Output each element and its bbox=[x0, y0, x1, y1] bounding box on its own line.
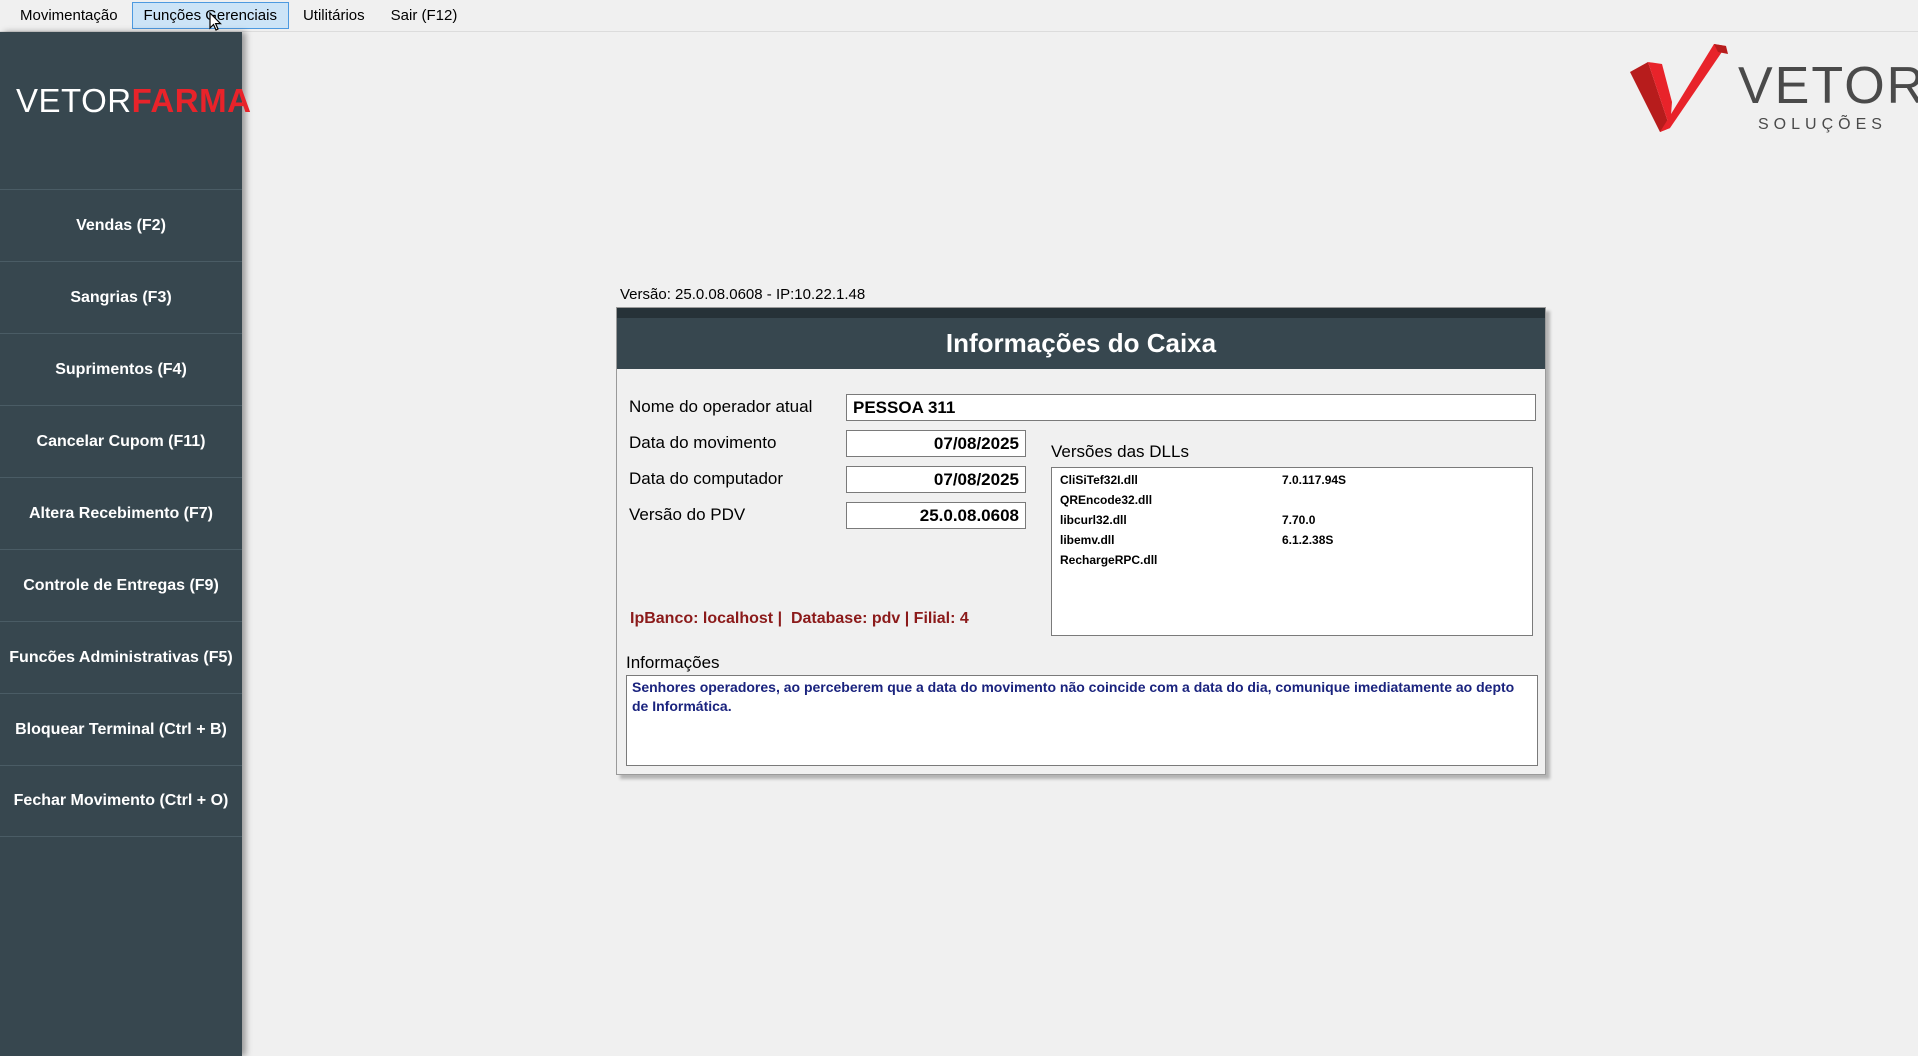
movement-date-field: 07/08/2025 bbox=[846, 430, 1026, 457]
sidebar-item-fechar-movimento[interactable]: Fechar Movimento (Ctrl + O) bbox=[0, 765, 242, 837]
sidebar-item-suprimentos[interactable]: Suprimentos (F4) bbox=[0, 333, 242, 405]
movement-date-label: Data do movimento bbox=[629, 433, 777, 452]
vetorfarma-logo: VETORFARMA bbox=[16, 82, 252, 119]
operator-field: PESSOA 311 bbox=[846, 394, 1536, 421]
info-message-box[interactable]: Senhores operadores, ao perceberem que a… bbox=[626, 675, 1538, 766]
computer-date-label: Data do computador bbox=[629, 469, 784, 488]
connection-info: IpBanco: localhost | Database: pdv | Fil… bbox=[630, 610, 969, 627]
info-label: Informações bbox=[626, 653, 720, 672]
sidebar-item-vendas[interactable]: Vendas (F2) bbox=[0, 189, 242, 261]
sidebar-item-bloquear-terminal[interactable]: Bloquear Terminal (Ctrl + B) bbox=[0, 693, 242, 765]
sidebar-item-altera-recebimento[interactable]: Altera Recebimento (F7) bbox=[0, 477, 242, 549]
computer-date-field: 07/08/2025 bbox=[846, 466, 1026, 493]
list-item: libemv.dll 6.1.2.38S bbox=[1060, 533, 1334, 547]
menu-utilitarios[interactable]: Utilitários bbox=[291, 2, 377, 29]
pdv-version-label: Versão do PDV bbox=[629, 505, 746, 524]
list-item: CliSiTef32I.dll 7.0.117.94S bbox=[1060, 473, 1347, 487]
sidebar-nav: Vendas (F2) Sangrias (F3) Suprimentos (F… bbox=[0, 189, 242, 837]
version-ip-label: Versão: 25.0.08.0608 - IP:10.22.1.48 bbox=[620, 286, 866, 303]
sidebar: VETORFARMA Vendas (F2) Sangrias (F3) Sup… bbox=[0, 32, 251, 1056]
dll-versions-list: CliSiTef32I.dll 7.0.117.94S QREncode32.d… bbox=[1051, 467, 1533, 636]
pdv-version-field: 25.0.08.0608 bbox=[846, 502, 1026, 529]
sidebar-item-sangrias[interactable]: Sangrias (F3) bbox=[0, 261, 242, 333]
sidebar-item-controle-entregas[interactable]: Controle de Entregas (F9) bbox=[0, 549, 242, 621]
dll-versions-label: Versões das DLLs bbox=[1051, 442, 1189, 461]
menu-movimentacao[interactable]: Movimentação bbox=[8, 2, 130, 29]
sidebar-item-funcoes-administrativas[interactable]: Funcões Administrativas (F5) bbox=[0, 621, 242, 693]
sidebar-item-cancelar-cupom[interactable]: Cancelar Cupom (F11) bbox=[0, 405, 242, 477]
list-item: QREncode32.dll bbox=[1060, 493, 1153, 507]
menu-sair[interactable]: Sair (F12) bbox=[379, 2, 470, 29]
list-item: RechargeRPC.dll bbox=[1060, 553, 1158, 567]
cash-register-info-panel: Informações do Caixa Nome do operador at… bbox=[616, 307, 1546, 775]
list-item: libcurl32.dll 7.70.0 bbox=[1060, 513, 1316, 527]
vetor-solucoes-logo: VETOR SOLUÇÕES bbox=[1630, 42, 1918, 138]
menu-bar: Movimentação Funções Gerenciais Utilitár… bbox=[0, 0, 1918, 32]
vetor-check-icon bbox=[1630, 44, 1728, 132]
operator-label: Nome do operador atual bbox=[629, 397, 813, 416]
panel-title: Informações do Caixa bbox=[617, 308, 1545, 369]
